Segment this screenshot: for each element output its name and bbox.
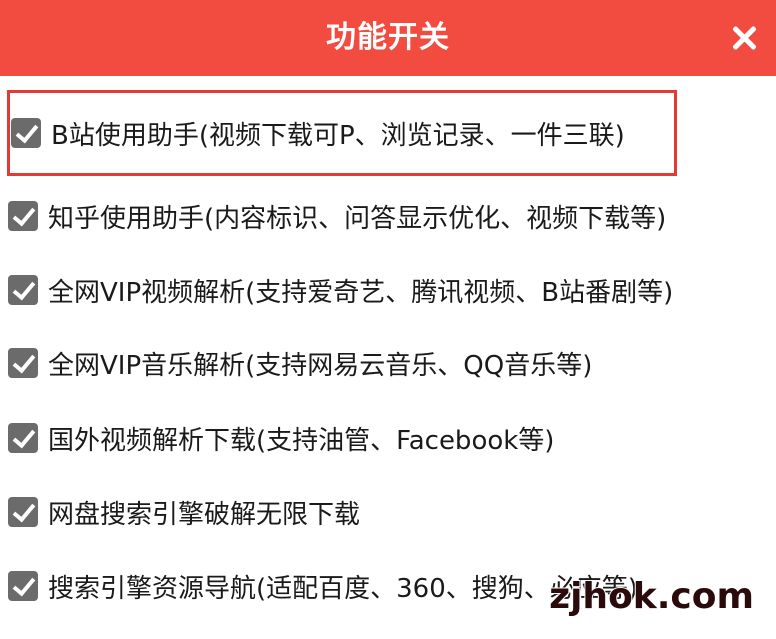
- checkbox-checked-icon[interactable]: [8, 201, 38, 231]
- option-label: 国外视频解析下载(支持油管、Facebook等): [48, 425, 555, 456]
- option-search-nav[interactable]: 搜索引擎资源导航(适配百度、360、搜狗、必应等): [8, 556, 638, 616]
- dialog-header: 功能开关: [0, 0, 776, 76]
- checkbox-checked-icon[interactable]: [8, 571, 38, 601]
- checkbox-checked-icon[interactable]: [8, 423, 38, 453]
- option-label: 网盘搜索引擎破解无限下载: [48, 499, 361, 530]
- option-foreign-video[interactable]: 国外视频解析下载(支持油管、Facebook等): [8, 408, 554, 468]
- option-vip-video[interactable]: 全网VIP视频解析(支持爱奇艺、腾讯视频、B站番剧等): [8, 260, 673, 320]
- checkbox-checked-icon[interactable]: [11, 118, 41, 148]
- option-label: 知乎使用助手(内容标识、问答显示优化、视频下载等): [48, 203, 667, 234]
- checkbox-checked-icon[interactable]: [8, 497, 38, 527]
- checkbox-checked-icon[interactable]: [8, 348, 38, 378]
- option-label: 全网VIP音乐解析(支持网易云音乐、QQ音乐等): [48, 350, 593, 381]
- option-vip-music[interactable]: 全网VIP音乐解析(支持网易云音乐、QQ音乐等): [8, 333, 592, 393]
- option-netdisk-search[interactable]: 网盘搜索引擎破解无限下载: [8, 482, 360, 542]
- feature-toggle-dialog: 功能开关 B站使用助手(视频下载可P、浏览记录、一件三联) 知乎使用助手(内容标…: [0, 0, 776, 639]
- option-zhihu-helper[interactable]: 知乎使用助手(内容标识、问答显示优化、视频下载等): [8, 186, 666, 246]
- checkbox-checked-icon[interactable]: [8, 275, 38, 305]
- option-label: B站使用助手(视频下载可P、浏览记录、一件三联): [51, 120, 625, 151]
- option-bilibili-helper[interactable]: B站使用助手(视频下载可P、浏览记录、一件三联): [7, 90, 677, 176]
- watermark: zjhok.com: [548, 575, 755, 618]
- option-label: 全网VIP视频解析(支持爱奇艺、腾讯视频、B站番剧等): [48, 277, 674, 308]
- dialog-title: 功能开关: [326, 20, 450, 55]
- close-icon[interactable]: [726, 20, 762, 56]
